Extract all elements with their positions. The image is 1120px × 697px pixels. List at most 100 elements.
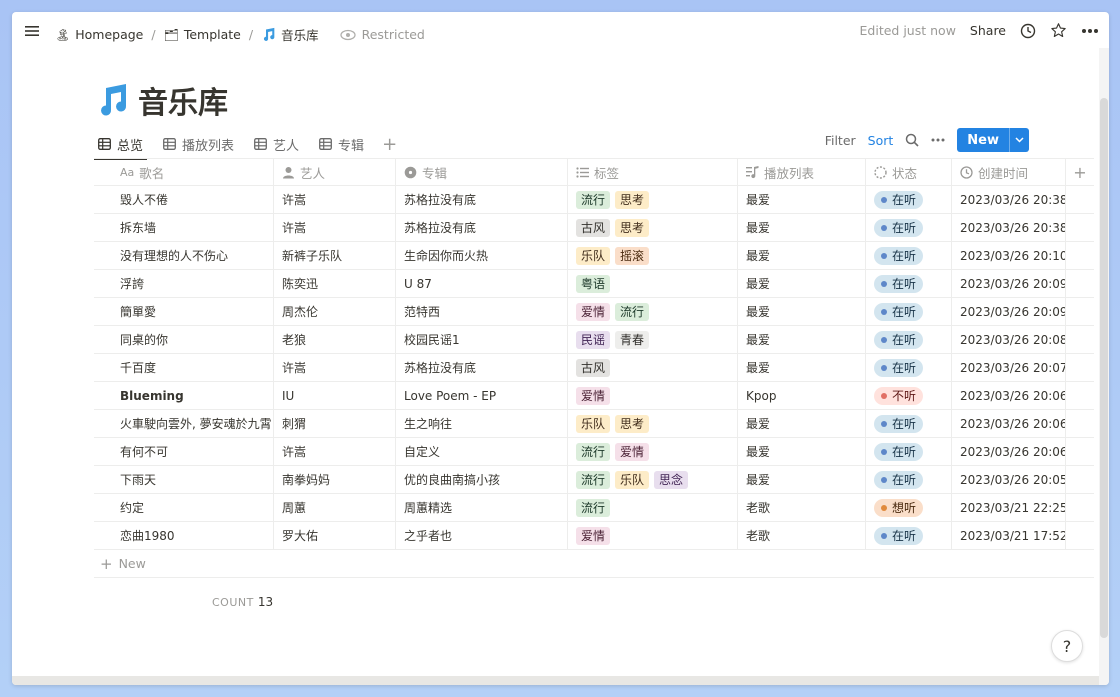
tab-playlists[interactable]: 播放列表 (159, 130, 238, 158)
cell-created[interactable]: 2023/03/26 20:38 (952, 186, 1066, 213)
count-summary[interactable]: COUNT 13 (212, 595, 273, 609)
cell-song[interactable]: 下雨天 (94, 466, 274, 493)
cell-artist[interactable]: 老狼 (274, 326, 396, 353)
cell-song[interactable]: 同桌的你 (94, 326, 274, 353)
cell-status[interactable]: 不听 (866, 382, 952, 409)
cell-song[interactable]: 火車駛向雲外, 夢安魂於九霄 (94, 410, 274, 437)
cell-status[interactable]: 在听 (866, 522, 952, 549)
filter-button[interactable]: Filter (825, 133, 856, 148)
cell-created[interactable]: 2023/03/26 20:09 (952, 270, 1066, 297)
cell-tags[interactable]: 爱情 (568, 382, 738, 409)
add-row-button[interactable]: + New (94, 550, 1094, 578)
table-row[interactable]: 约定 周蕙 周蕙精选 流行 老歌 想听 2023/03/21 22:25 (94, 494, 1094, 522)
cell-created[interactable]: 2023/03/26 20:08 (952, 326, 1066, 353)
cell-status[interactable]: 在听 (866, 242, 952, 269)
cell-artist[interactable]: 许嵩 (274, 354, 396, 381)
cell-album[interactable]: 苏格拉没有底 (396, 186, 568, 213)
tab-albums[interactable]: 专辑 (315, 130, 368, 158)
cell-song[interactable]: 毁人不倦 (94, 186, 274, 213)
breadcrumb-homepage[interactable]: 🏝 Homepage (52, 25, 146, 44)
column-header-artist[interactable]: 艺人 (274, 159, 396, 185)
cell-song[interactable]: 拆东墙 (94, 214, 274, 241)
cell-artist[interactable]: 罗大佑 (274, 522, 396, 549)
cell-song[interactable]: 千百度 (94, 354, 274, 381)
cell-album[interactable]: 生之响往 (396, 410, 568, 437)
cell-created[interactable]: 2023/03/26 20:06 (952, 438, 1066, 465)
column-header-status[interactable]: 状态 (866, 159, 952, 185)
chevron-down-icon[interactable] (1009, 128, 1029, 152)
cell-artist[interactable]: IU (274, 382, 396, 409)
cell-album[interactable]: 校园民谣1 (396, 326, 568, 353)
star-icon[interactable] (1050, 22, 1067, 39)
cell-tags[interactable]: 爱情 流行 (568, 298, 738, 325)
cell-playlist[interactable]: 老歌 (738, 494, 866, 521)
cell-created[interactable]: 2023/03/26 20:06 (952, 382, 1066, 409)
cell-album[interactable]: 优的良曲南搞小孩 (396, 466, 568, 493)
vertical-scrollbar[interactable] (1099, 48, 1109, 685)
cell-tags[interactable]: 流行 思考 (568, 186, 738, 213)
table-row[interactable]: 恋曲1980 罗大佑 之乎者也 爱情 老歌 在听 2023/03/21 17:52 (94, 522, 1094, 550)
cell-status[interactable]: 在听 (866, 354, 952, 381)
cell-created[interactable]: 2023/03/26 20:38 (952, 214, 1066, 241)
cell-created[interactable]: 2023/03/26 20:05 (952, 466, 1066, 493)
history-icon[interactable] (1020, 23, 1036, 39)
cell-album[interactable]: 苏格拉没有底 (396, 354, 568, 381)
music-note-icon[interactable] (94, 82, 130, 118)
cell-tags[interactable]: 民谣 青春 (568, 326, 738, 353)
cell-artist[interactable]: 陈奕迅 (274, 270, 396, 297)
cell-created[interactable]: 2023/03/26 20:09 (952, 298, 1066, 325)
column-header-playlist[interactable]: 播放列表 (738, 159, 866, 185)
cell-status[interactable]: 在听 (866, 466, 952, 493)
cell-playlist[interactable]: 最爱 (738, 186, 866, 213)
cell-artist[interactable]: 刺猬 (274, 410, 396, 437)
cell-album[interactable]: 范特西 (396, 298, 568, 325)
table-row[interactable]: 没有理想的人不伤心 新裤子乐队 生命因你而火热 乐队 摇滚 最爱 在听 2023/03/26 … (94, 242, 1094, 270)
tab-overview[interactable]: 总览 (94, 130, 148, 160)
cell-artist[interactable]: 新裤子乐队 (274, 242, 396, 269)
more-icon[interactable] (1081, 28, 1099, 34)
cell-playlist[interactable]: 最爱 (738, 466, 866, 493)
table-row[interactable]: 火車駛向雲外, 夢安魂於九霄 刺猬 生之响往 乐队 思考 最爱 在听 2023/03/26 2… (94, 410, 1094, 438)
cell-song[interactable]: Blueming (94, 382, 274, 409)
cell-status[interactable]: 在听 (866, 326, 952, 353)
table-row[interactable]: 千百度 许嵩 苏格拉没有底 古风 最爱 在听 2023/03/26 20:07 (94, 354, 1094, 382)
cell-playlist[interactable]: 最爱 (738, 354, 866, 381)
cell-artist[interactable]: 南拳妈妈 (274, 466, 396, 493)
table-row[interactable]: 毁人不倦 许嵩 苏格拉没有底 流行 思考 最爱 在听 2023/03/26 20:38 (94, 186, 1094, 214)
breadcrumb-template[interactable]: 🗂 Template (161, 25, 244, 44)
help-button[interactable]: ? (1051, 630, 1083, 662)
sort-button[interactable]: Sort (868, 133, 894, 148)
table-row[interactable]: 浮誇 陈奕迅 U 87 粤语 最爱 在听 2023/03/26 20:09 (94, 270, 1094, 298)
restricted-indicator[interactable]: Restricted (339, 27, 425, 42)
cell-song[interactable]: 有何不可 (94, 438, 274, 465)
cell-status[interactable]: 在听 (866, 214, 952, 241)
cell-artist[interactable]: 许嵩 (274, 438, 396, 465)
table-row[interactable]: 簡單愛 周杰伦 范特西 爱情 流行 最爱 在听 2023/03/26 20:09 (94, 298, 1094, 326)
tab-artists[interactable]: 艺人 (250, 130, 303, 158)
search-icon[interactable] (905, 133, 919, 147)
cell-playlist[interactable]: 老歌 (738, 522, 866, 549)
cell-song[interactable]: 恋曲1980 (94, 522, 274, 549)
cell-status[interactable]: 在听 (866, 270, 952, 297)
cell-playlist[interactable]: 最爱 (738, 242, 866, 269)
breadcrumb-music-library[interactable]: 音乐库 (258, 23, 322, 46)
cell-created[interactable]: 2023/03/21 17:52 (952, 522, 1066, 549)
cell-artist[interactable]: 周杰伦 (274, 298, 396, 325)
cell-tags[interactable]: 乐队 思考 (568, 410, 738, 437)
cell-status[interactable]: 在听 (866, 298, 952, 325)
cell-album[interactable]: 之乎者也 (396, 522, 568, 549)
page-title-text[interactable]: 音乐库 (138, 78, 228, 122)
cell-tags[interactable]: 流行 (568, 494, 738, 521)
cell-status[interactable]: 想听 (866, 494, 952, 521)
cell-tags[interactable]: 乐队 摇滚 (568, 242, 738, 269)
view-options-icon[interactable] (931, 138, 945, 142)
new-button[interactable]: New (957, 128, 1029, 152)
cell-album[interactable]: 周蕙精选 (396, 494, 568, 521)
cell-song[interactable]: 浮誇 (94, 270, 274, 297)
cell-tags[interactable]: 粤语 (568, 270, 738, 297)
cell-song[interactable]: 簡單愛 (94, 298, 274, 325)
cell-tags[interactable]: 流行 乐队 思念 (568, 466, 738, 493)
table-row[interactable]: 拆东墙 许嵩 苏格拉没有底 古风 思考 最爱 在听 2023/03/26 20:38 (94, 214, 1094, 242)
cell-created[interactable]: 2023/03/26 20:10 (952, 242, 1066, 269)
cell-playlist[interactable]: 最爱 (738, 214, 866, 241)
